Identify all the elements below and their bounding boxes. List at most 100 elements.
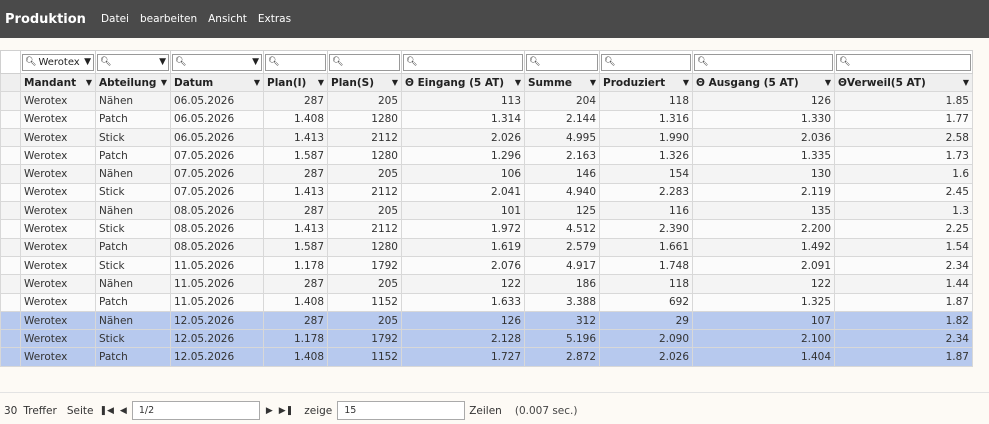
caret-down-icon[interactable]: ▼ [392,78,398,87]
table-row[interactable]: Werotex Stick 12.05.2026 1.178 1792 2.128 5.19… [0,329,973,349]
col-header-eingang[interactable]: Θ Eingang (5 AT) ▼ [401,72,525,93]
col-header-datum[interactable]: Datum ▼ [170,72,264,93]
table-row[interactable]: Werotex Stick 08.05.2026 1.413 2112 1.972 4.51… [0,219,973,239]
table-row[interactable]: Werotex Nähen 08.05.2026 287 205 101 125 116 135… [0,201,973,221]
page-input[interactable]: 1/2 [131,401,260,420]
row-lead-cell[interactable] [0,329,21,349]
filter-summe[interactable]: 🔍︎ [524,50,600,74]
col-header-plan-i[interactable]: Plan(I) ▼ [263,72,328,93]
cell-datum: 12.05.2026 [170,310,264,331]
filter-produziert[interactable]: 🔍︎ [599,50,693,74]
first-page-icon[interactable]: ❚◀ [99,406,113,416]
row-lead-cell[interactable] [0,146,21,166]
search-icon: 🔍︎ [25,57,37,67]
caret-down-icon[interactable]: ▼ [963,78,969,87]
cell-datum: 11.05.2026 [170,274,264,294]
cell-eingang: 101 [401,201,525,221]
filter-plan-i[interactable]: 🔍︎ [263,50,328,74]
col-header-label: Abteilung [99,76,157,89]
cell-abteilung: Stick [95,127,171,148]
cell-mandant: Werotex [20,109,96,129]
cell-verweil: 1.87 [834,292,973,312]
cell-mandant: Werotex [20,237,96,257]
cell-ausgang: 1.325 [692,292,835,312]
cell-verweil: 2.34 [834,255,973,276]
row-lead-cell[interactable] [0,182,21,203]
cell-eingang: 1.727 [401,347,525,367]
table-row[interactable]: Werotex Nähen 11.05.2026 287 205 122 186 118 122… [0,274,973,294]
col-header-ausgang[interactable]: Θ Ausgang (5 AT) ▼ [692,72,835,93]
table-row[interactable]: Werotex Stick 07.05.2026 1.413 2112 2.041 4.94… [0,182,973,203]
row-lead-cell[interactable] [0,347,21,367]
cell-ausgang: 122 [692,274,835,294]
cell-summe: 186 [524,274,600,294]
next-page-icon[interactable]: ▶ [266,406,273,416]
cell-summe: 312 [524,310,600,331]
caret-down-icon[interactable]: ▼ [318,78,324,87]
col-header-produziert[interactable]: Produziert ▼ [599,72,693,93]
filter-abteilung[interactable]: 🔍︎ ▼ [95,50,171,74]
search-icon: 🔍︎ [268,57,280,67]
filter-datum[interactable]: 🔍︎ ▼ [170,50,264,74]
filter-ausgang[interactable]: 🔍︎ [692,50,835,74]
caret-down-icon[interactable]: ▼ [683,78,689,87]
caret-down-icon[interactable]: ▼ [590,78,596,87]
table-row[interactable]: Werotex Patch 12.05.2026 1.408 1152 1.727 2.87… [0,347,973,367]
menu-extras[interactable]: Extras [258,13,291,25]
cell-ausgang: 1.335 [692,146,835,166]
filter-plan-s[interactable]: 🔍︎ [327,50,402,74]
cell-plan-i: 1.408 [263,292,328,312]
filter-mandant[interactable]: 🔍︎ Werotex ▼ [20,50,96,74]
prev-page-icon[interactable]: ◀ [120,406,127,416]
menu-datei[interactable]: Datei [101,13,129,25]
caret-down-icon[interactable]: ▼ [825,78,831,87]
row-lead-cell[interactable] [0,201,21,221]
table-row[interactable]: Werotex Nähen 07.05.2026 287 205 106 146 154 130… [0,164,973,184]
rows-per-page-input[interactable]: 15 [337,401,466,420]
row-lead-cell[interactable] [0,255,21,276]
col-header-mandant[interactable]: Mandant ▼ [20,72,96,93]
last-page-icon[interactable]: ▶❚ [279,406,293,416]
caret-down-icon[interactable]: ▼ [515,78,521,87]
cell-plan-i: 1.408 [263,347,328,367]
col-header-plan-s[interactable]: Plan(S) ▼ [327,72,402,93]
cell-mandant: Werotex [20,146,96,166]
footer-divider [0,392,989,393]
cell-plan-i: 1.587 [263,146,328,166]
caret-down-icon[interactable]: ▼ [86,78,92,87]
cell-ausgang: 1.330 [692,109,835,129]
caret-down-icon[interactable]: ▼ [161,78,167,87]
cell-produziert: 1.326 [599,146,693,166]
row-lead-cell[interactable] [0,109,21,129]
row-lead-cell[interactable] [0,310,21,331]
row-lead-cell[interactable] [0,237,21,257]
col-header-abteilung[interactable]: Abteilung ▼ [95,72,171,93]
cell-datum: 07.05.2026 [170,146,264,166]
table-row[interactable]: Werotex Nähen 06.05.2026 287 205 113 204 118 126… [0,91,973,111]
table-row[interactable]: Werotex Stick 06.05.2026 1.413 2112 2.026 4.99… [0,127,973,148]
table-row[interactable]: Werotex Nähen 12.05.2026 287 205 126 312 29 107 1… [0,310,973,331]
row-lead-cell[interactable] [0,219,21,239]
row-lead-cell[interactable] [0,91,21,111]
table-row[interactable]: Werotex Patch 11.05.2026 1.408 1152 1.633 3.38… [0,292,973,312]
filter-eingang[interactable]: 🔍︎ [401,50,525,74]
table-row[interactable]: Werotex Stick 11.05.2026 1.178 1792 2.076 4.91… [0,255,973,276]
table-row[interactable]: Werotex Patch 06.05.2026 1.408 1280 1.314 2.14… [0,109,973,129]
col-header-verweil[interactable]: ΘVerweil(5 AT) ▼ [834,72,973,93]
table-row[interactable]: Werotex Patch 07.05.2026 1.587 1280 1.296 2.16… [0,146,973,166]
cell-ausgang: 126 [692,91,835,111]
row-lead-cell[interactable] [0,274,21,294]
row-lead-cell[interactable] [0,127,21,148]
chevron-down-icon[interactable]: ▼ [82,57,93,67]
menu-bearbeiten[interactable]: bearbeiten [140,13,197,25]
chevron-down-icon[interactable]: ▼ [157,57,168,67]
menu-ansicht[interactable]: Ansicht [208,13,247,25]
chevron-down-icon[interactable]: ▼ [250,57,261,67]
filter-verweil[interactable]: 🔍︎ [834,50,973,74]
row-lead-cell[interactable] [0,164,21,184]
col-header-summe[interactable]: Summe ▼ [524,72,600,93]
caret-down-icon[interactable]: ▼ [254,78,260,87]
cell-produziert: 154 [599,164,693,184]
row-lead-cell[interactable] [0,292,21,312]
table-row[interactable]: Werotex Patch 08.05.2026 1.587 1280 1.619 2.57… [0,237,973,257]
